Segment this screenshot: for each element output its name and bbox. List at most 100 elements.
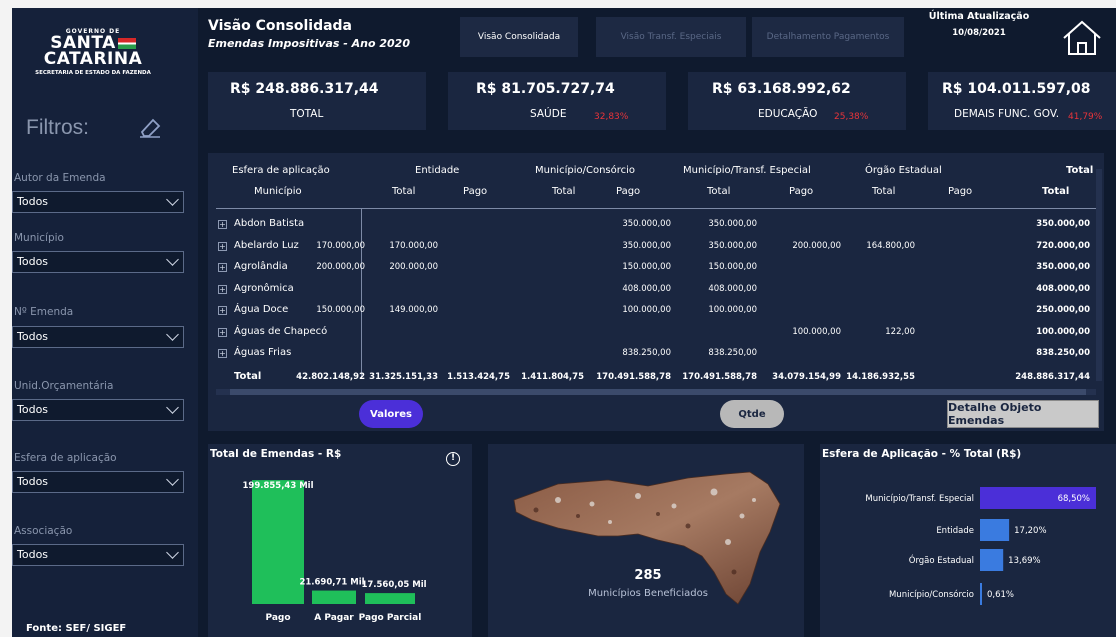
hbar[interactable] [980, 583, 982, 605]
hbar[interactable] [980, 519, 1010, 541]
table-cell: 170.000,00 [389, 240, 438, 251]
santa-catarina-map[interactable]: 285 Municípios Beneficiados [488, 444, 804, 637]
table-row[interactable]: + Abdon Batista 350.000,00 350.000,00 350.00… [208, 215, 1104, 235]
home-icon[interactable] [1060, 18, 1104, 58]
table-cell: 838.250,00 [622, 348, 671, 358]
hbar-category-label: Município/Transf. Especial [865, 494, 974, 504]
kpi-value: R$ 81.705.727,74 [476, 81, 615, 97]
kpi-percent: 32,83% [594, 112, 629, 122]
table-col-total: Total [552, 186, 576, 197]
logo: GOVERNO DE SANTA CATARINA SECRETARIA DE … [28, 28, 158, 77]
bar-category-label: Pago Parcial [359, 613, 422, 623]
filter-value: Todos [17, 548, 49, 561]
filter-select-unid[interactable]: Todos [12, 399, 184, 421]
filter-label-unid: Unid.Orçamentária [14, 380, 114, 392]
table-header-municipio-consorcio: Município/Consórcio [535, 165, 636, 176]
total-emendas-chart: 199.855,43 Mil Pago 21.690,71 Mil A Pagar 17… [242, 480, 427, 623]
valores-button[interactable]: Valores [359, 400, 423, 428]
logo-brand-line2: CATARINA [43, 49, 143, 69]
hbar-data-label: 68,50% [1058, 494, 1090, 504]
table-cell: 100.000,00 [1036, 326, 1090, 337]
expand-icon[interactable]: + [218, 284, 227, 294]
table-row[interactable]: + Agronômica 408.000,00 408.000,00 408.000,0… [208, 280, 1104, 300]
kpi-label: DEMAIS FUNC. GOV. [954, 108, 1060, 120]
table-row[interactable]: + Abelardo Luz 170.000,00 170.000,00 350.000… [208, 237, 1104, 257]
expand-icon[interactable]: + [218, 327, 227, 337]
chevron-down-icon [166, 253, 179, 266]
kpi-total: R$ 248.886.317,44 TOTAL [208, 72, 426, 130]
table-cell-municipio: Águas Frias [234, 347, 292, 358]
total-cell: 170.491.588,78 [682, 372, 757, 382]
filter-value: Todos [17, 330, 49, 343]
expand-icon[interactable]: + [218, 220, 227, 229]
bar-pago[interactable] [252, 480, 304, 604]
table-cell: 150.000,00 [708, 262, 757, 272]
table-cell: 170.000,00 [316, 240, 365, 251]
hbar-category-label: Órgão Estadual [909, 554, 974, 566]
esfera-aplicacao-panel: Esfera de Aplicação - % Total (R$) Munic… [820, 444, 1116, 637]
table-cell: 250.000,00 [1036, 305, 1090, 315]
bar-data-label: 199.855,43 Mil [242, 481, 313, 491]
tab-visao-consolidada[interactable]: Visão Consolidada [460, 17, 578, 57]
bar-pago-parcial[interactable] [365, 593, 415, 604]
tab-visao-transf-especiais[interactable]: Visão Transf. Especiais [596, 17, 746, 57]
total-cell: 248.886.317,44 [1015, 372, 1090, 382]
filter-select-autor[interactable]: Todos [12, 191, 184, 213]
table-cell: 350.000,00 [1036, 262, 1090, 272]
kpi-percent: 41,79% [1068, 112, 1103, 122]
table-header-divider [216, 208, 1096, 209]
table-col-pago: Pago [463, 186, 488, 197]
total-cell: 34.079.154,99 [772, 372, 841, 382]
scrollbar-thumb[interactable] [230, 389, 1086, 395]
filter-value: Todos [17, 475, 49, 488]
total-cell: 170.491.588,78 [596, 372, 671, 382]
filter-label-autor: Autor da Emenda [14, 172, 106, 184]
filters-title: Filtros: [26, 116, 89, 139]
table-total-row: Total 42.802.148,92 31.325.151,33 1.513.… [208, 369, 1104, 387]
horizontal-scrollbar[interactable] [216, 389, 1096, 395]
filter-select-emenda[interactable]: Todos [12, 326, 184, 348]
chevron-down-icon [166, 193, 179, 206]
table-col-total: Total [1042, 186, 1070, 197]
table-cell: 350.000,00 [708, 240, 757, 251]
chevron-down-icon [166, 328, 179, 341]
chevron-down-icon [166, 546, 179, 559]
filter-select-esfera[interactable]: Todos [12, 471, 184, 493]
esfera-aplicacao-chart: Município/Transf. Especial 68,50% Entidade… [865, 487, 1096, 605]
table-col-pago: Pago [948, 186, 973, 197]
map-count: 285 [634, 568, 661, 583]
expand-icon[interactable]: + [218, 306, 227, 315]
detalhe-objeto-button[interactable]: Detalhe Objeto Emendas [947, 400, 1099, 428]
table-header-transf-especial: Município/Transf. Especial [683, 165, 811, 176]
qtde-button[interactable]: Qtde [720, 400, 784, 428]
sidebar: GOVERNO DE SANTA CATARINA SECRETARIA DE … [12, 8, 198, 637]
table-col-municipio: Município [254, 186, 302, 197]
vertical-scrollbar[interactable] [1096, 169, 1102, 381]
expand-icon[interactable]: + [218, 349, 227, 358]
last-update: Última Atualização 10/08/2021 [924, 11, 1034, 38]
total-cell: 31.325.151,33 [369, 372, 438, 382]
hbar[interactable] [980, 549, 1004, 571]
tab-detalhamento-pagamentos[interactable]: Detalhamento Pagamentos [752, 17, 904, 57]
table-header-esfera: Esfera de aplicação [232, 165, 330, 176]
table-row[interactable]: + Águas de Chapecó 100.000,00 122,00 100.000… [208, 323, 1104, 343]
table-row[interactable]: + Águas Frias 838.250,00 838.250,00 838.250,… [208, 344, 1104, 364]
kpi-percent: 25,38% [834, 112, 869, 122]
expand-icon[interactable]: + [218, 241, 227, 251]
table-row[interactable]: + Água Doce 150.000,00 149.000,00 100.000,00… [208, 301, 1104, 321]
table-cell: 150.000,00 [316, 305, 365, 315]
expand-icon[interactable]: + [218, 263, 227, 272]
eraser-icon[interactable] [138, 114, 164, 140]
dashboard-frame: GOVERNO DE SANTA CATARINA SECRETARIA DE … [12, 8, 1116, 637]
kpi-value: R$ 248.886.317,44 [230, 81, 379, 97]
kpi-educacao: R$ 63.168.992,62 EDUCAÇÃO 25,38% [688, 72, 906, 130]
map-panel: 285 Municípios Beneficiados [488, 444, 804, 637]
bar-a-pagar[interactable] [312, 590, 356, 604]
table-cell-municipio: Águas de Chapecó [234, 325, 328, 337]
table-cell-municipio: Água Doce [234, 304, 289, 315]
table-row[interactable]: + Agrolândia 200.000,00 200.000,00 150.000,0… [208, 258, 1104, 278]
filter-select-municipio[interactable]: Todos [12, 251, 184, 273]
filter-select-associacao[interactable]: Todos [12, 544, 184, 566]
filter-label-emenda: Nº Emenda [14, 306, 74, 318]
total-cell: 1.513.424,75 [447, 372, 510, 382]
